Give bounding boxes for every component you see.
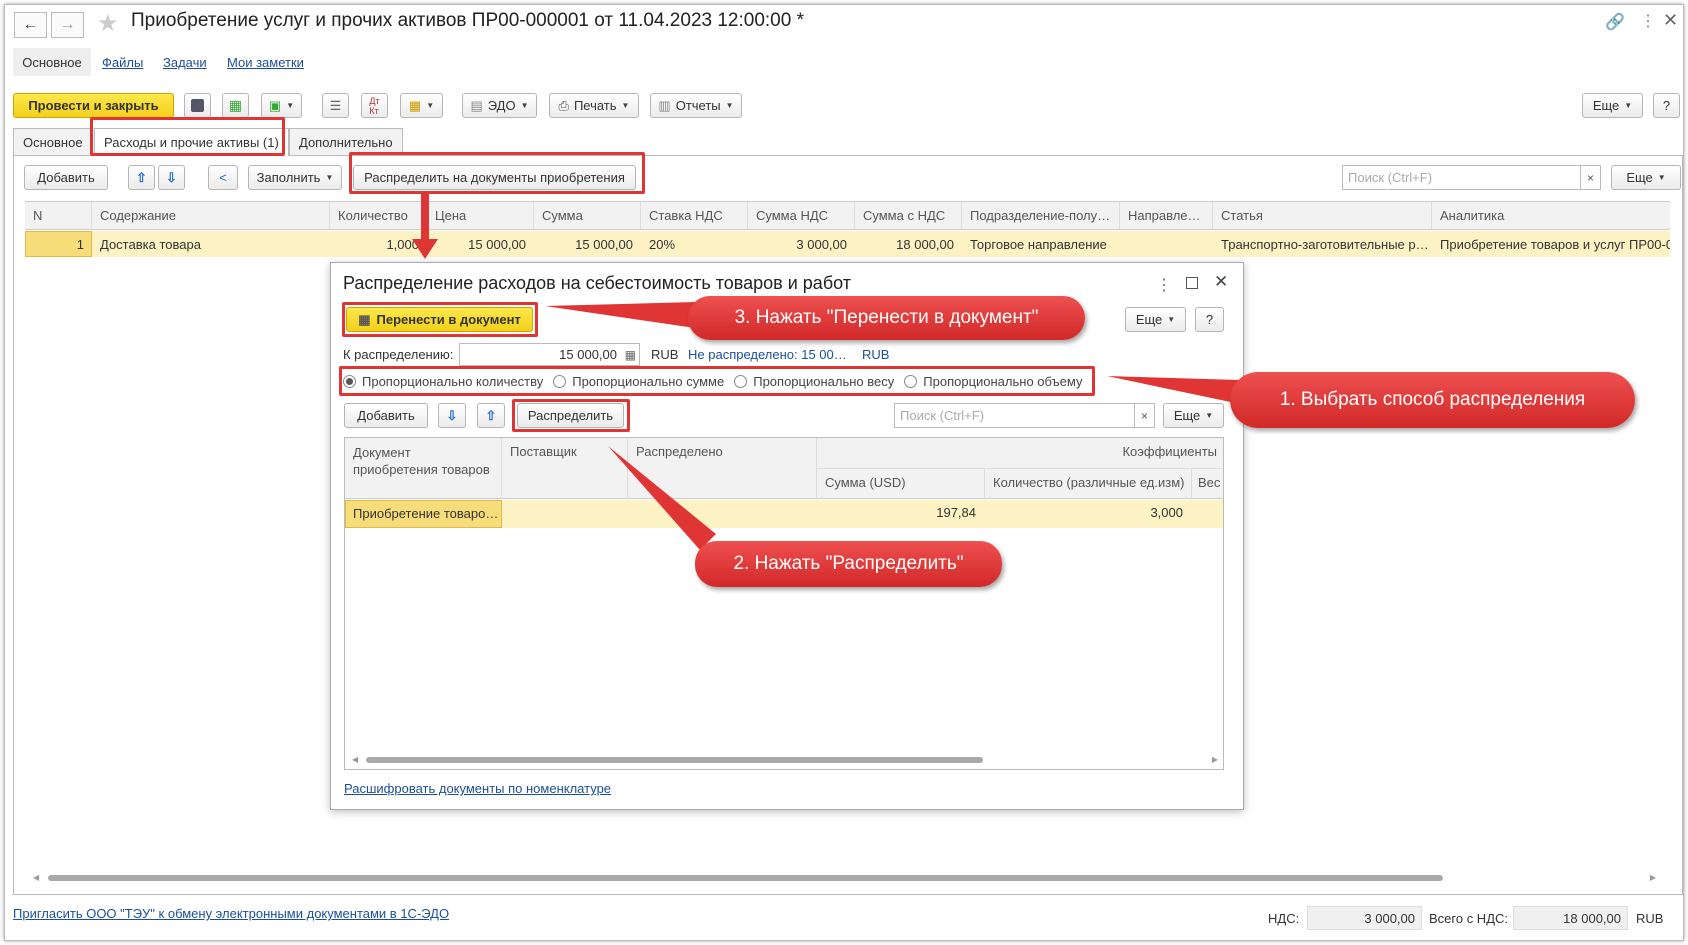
- pointer-3: [545, 302, 695, 328]
- total-label: Всего с НДС:: [1429, 911, 1509, 926]
- total-value: 18 000,00: [1513, 906, 1628, 930]
- invite-edo-link[interactable]: Пригласить ООО "ТЭУ" к обмену электронны…: [13, 906, 449, 921]
- pointer-2: [608, 446, 716, 550]
- vat-label: НДС:: [1268, 911, 1300, 926]
- pointer-1: [1107, 376, 1240, 404]
- callout-step-3: 3. Нажать "Перенести в документ": [688, 296, 1085, 340]
- footer-currency: RUB: [1636, 911, 1664, 926]
- callout-step-2: 2. Нажать "Распределить": [695, 541, 1002, 587]
- vat-value: 3 000,00: [1307, 906, 1422, 930]
- callout-step-1: 1. Выбрать способ распределения: [1230, 372, 1635, 428]
- callout-pointers: [545, 302, 1240, 550]
